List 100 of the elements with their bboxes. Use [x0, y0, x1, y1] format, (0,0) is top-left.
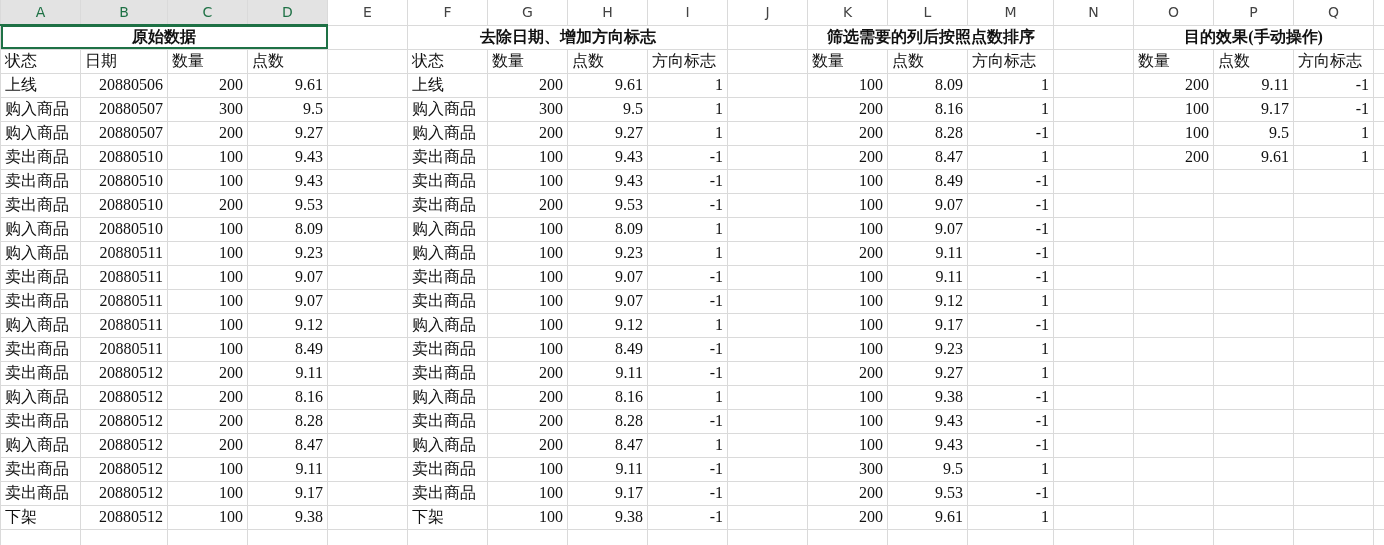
- table-cell: 9.27: [247, 121, 328, 145]
- table-cell: 100: [807, 385, 888, 409]
- column-header[interactable]: A: [0, 0, 81, 25]
- table-cell: 200: [167, 385, 248, 409]
- column-header[interactable]: M: [967, 0, 1054, 25]
- table-cell: 100: [167, 481, 248, 505]
- table-cell: 20880510: [80, 217, 168, 241]
- table-cell: 卖出商品: [407, 169, 488, 193]
- table-cell: 卖出商品: [0, 265, 81, 289]
- table-cell: 卖出商品: [407, 361, 488, 385]
- table-cell: 200: [487, 361, 568, 385]
- table-cell: 购入商品: [407, 385, 488, 409]
- table-cell: -1: [1293, 97, 1374, 121]
- table-cell: 9.5: [1213, 121, 1294, 145]
- table-cell: 200: [807, 505, 888, 529]
- table-cell: 8.16: [567, 385, 648, 409]
- table-cell: 卖出商品: [0, 457, 81, 481]
- table-cell: 9.23: [247, 241, 328, 265]
- table-cell: 9.07: [887, 193, 968, 217]
- table-cell: 数量: [1133, 49, 1214, 73]
- table-cell: 200: [167, 121, 248, 145]
- table-cell: 8.28: [567, 409, 648, 433]
- table-cell: -1: [647, 169, 728, 193]
- column-header[interactable]: B: [80, 0, 168, 25]
- table-cell: 20880510: [80, 193, 168, 217]
- table-cell: 9.11: [567, 361, 648, 385]
- table-cell: 100: [807, 337, 888, 361]
- table-cell: -1: [967, 433, 1054, 457]
- table-cell: 购入商品: [407, 313, 488, 337]
- table-title: 去除日期、增加方向标志: [407, 25, 728, 49]
- table-cell: 200: [167, 361, 248, 385]
- table-cell: 100: [487, 169, 568, 193]
- table-cell: 20880512: [80, 457, 168, 481]
- table-cell: 200: [167, 193, 248, 217]
- column-header[interactable]: O: [1133, 0, 1214, 25]
- table-cell: -1: [647, 409, 728, 433]
- table-cell: 9.43: [567, 145, 648, 169]
- column-header[interactable]: C: [167, 0, 248, 25]
- table-cell: 数量: [807, 49, 888, 73]
- column-header[interactable]: H: [567, 0, 648, 25]
- table-cell: 下架: [407, 505, 488, 529]
- table-cell: 卖出商品: [407, 193, 488, 217]
- table-cell: 1: [647, 97, 728, 121]
- table-cell: -1: [647, 289, 728, 313]
- table-cell: 方向标志: [967, 49, 1054, 73]
- table-cell: 100: [167, 313, 248, 337]
- column-header[interactable]: E: [327, 0, 408, 25]
- table-cell: 8.49: [567, 337, 648, 361]
- table-title: 目的效果(手动操作): [1133, 25, 1374, 49]
- table-cell: 20880506: [80, 73, 168, 97]
- table-cell: -1: [967, 169, 1054, 193]
- column-header[interactable]: Q: [1293, 0, 1374, 25]
- column-header[interactable]: P: [1213, 0, 1294, 25]
- table-cell: -1: [647, 193, 728, 217]
- table-cell: 300: [807, 457, 888, 481]
- table-cell: -1: [647, 145, 728, 169]
- table-cell: 1: [647, 385, 728, 409]
- table-cell: 100: [487, 481, 568, 505]
- column-header[interactable]: D: [247, 0, 328, 25]
- table-cell: 9.61: [1213, 145, 1294, 169]
- table-cell: 1: [1293, 145, 1374, 169]
- table-cell: 200: [807, 121, 888, 145]
- column-header[interactable]: F: [407, 0, 488, 25]
- table-cell: 8.09: [567, 217, 648, 241]
- table-cell: 卖出商品: [0, 361, 81, 385]
- column-header[interactable]: I: [647, 0, 728, 25]
- table-cell: 9.12: [247, 313, 328, 337]
- table-cell: 1: [967, 145, 1054, 169]
- table-cell: -1: [967, 241, 1054, 265]
- table-cell: 9.23: [567, 241, 648, 265]
- column-header[interactable]: J: [727, 0, 808, 25]
- table-cell: 购入商品: [407, 433, 488, 457]
- table-cell: 1: [967, 289, 1054, 313]
- table-cell: 8.28: [887, 121, 968, 145]
- table-cell: 100: [487, 265, 568, 289]
- table-cell: -1: [647, 481, 728, 505]
- table-cell: 购入商品: [0, 385, 81, 409]
- table-cell: 卖出商品: [407, 289, 488, 313]
- table-cell: 9.61: [887, 505, 968, 529]
- table-cell: 9.11: [567, 457, 648, 481]
- column-header[interactable]: G: [487, 0, 568, 25]
- table-title: 筛选需要的列后按照点数排序: [807, 25, 1054, 49]
- column-header[interactable]: N: [1053, 0, 1134, 25]
- table-cell: 100: [487, 241, 568, 265]
- column-header[interactable]: K: [807, 0, 888, 25]
- table-cell: -1: [647, 265, 728, 289]
- table-cell: 9.27: [567, 121, 648, 145]
- table-cell: 购入商品: [0, 433, 81, 457]
- column-header[interactable]: L: [887, 0, 968, 25]
- table-cell: 卖出商品: [0, 337, 81, 361]
- table-cell: 300: [487, 97, 568, 121]
- table-cell: 1: [967, 73, 1054, 97]
- table-cell: -1: [647, 337, 728, 361]
- table-cell: 9.43: [567, 169, 648, 193]
- table-cell: 20880507: [80, 97, 168, 121]
- table-cell: 9.23: [887, 337, 968, 361]
- table-cell: -1: [647, 505, 728, 529]
- table-cell: 1: [647, 433, 728, 457]
- table-cell: 20880507: [80, 121, 168, 145]
- table-cell: 9.53: [887, 481, 968, 505]
